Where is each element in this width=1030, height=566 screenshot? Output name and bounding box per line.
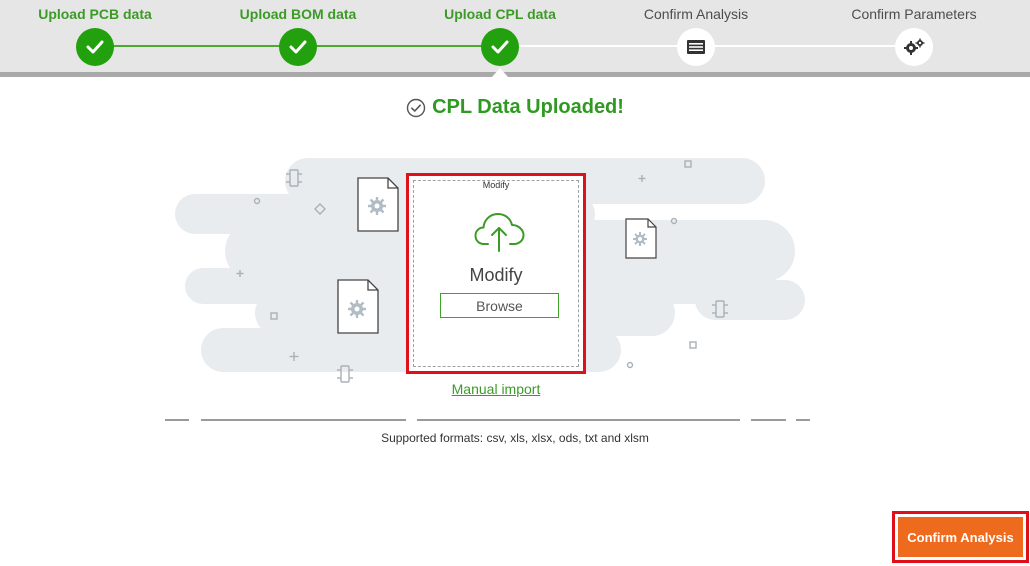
document-gear-icon xyxy=(625,218,657,259)
upload-status: CPL Data Uploaded! xyxy=(0,96,1030,123)
step-label-upload-cpl[interactable]: Upload CPL data xyxy=(420,6,580,22)
manual-import-container: Manual import xyxy=(0,381,992,397)
step-connector-3 xyxy=(500,45,696,47)
document-gear-icon xyxy=(337,279,379,334)
cloud-upload-icon xyxy=(474,213,525,252)
divider-segment xyxy=(165,419,189,421)
dropzone-label: Modify xyxy=(469,265,523,285)
document-gear-icon xyxy=(357,177,399,232)
divider-segment xyxy=(751,419,786,421)
confirm-analysis-highlight: Confirm Analysis xyxy=(892,511,1029,563)
check-icon xyxy=(289,40,307,54)
step-label-confirm-analysis: Confirm Analysis xyxy=(643,6,749,22)
step-confirm-parameters xyxy=(895,28,933,66)
progress-stepper: Upload PCB data Upload BOM data Upload C… xyxy=(0,0,1030,72)
step-upload-bom[interactable] xyxy=(279,28,317,66)
step-upload-pcb[interactable] xyxy=(76,28,114,66)
divider-segment xyxy=(417,419,740,421)
step-label-confirm-parameters: Confirm Parameters xyxy=(851,6,977,22)
upload-status-title: CPL Data Uploaded! xyxy=(432,96,624,118)
check-circle-icon xyxy=(406,98,426,117)
stepper-divider xyxy=(0,72,1030,77)
confirm-analysis-button[interactable]: Confirm Analysis xyxy=(898,517,1023,557)
gears-icon xyxy=(904,38,925,55)
step-upload-cpl[interactable] xyxy=(481,28,519,66)
divider-segment xyxy=(201,419,406,421)
dropzone-caption: Modify xyxy=(482,180,510,190)
divider-segment xyxy=(796,419,810,421)
supported-formats-text: Supported formats: csv, xls, xlsx, ods, … xyxy=(381,431,649,445)
step-confirm-analysis xyxy=(677,28,715,66)
file-dropzone[interactable]: Modify Modify Browse xyxy=(406,173,586,374)
active-step-pointer xyxy=(492,68,508,77)
check-icon xyxy=(491,40,509,54)
dropzone-border: Modify Modify Browse xyxy=(413,180,579,367)
step-connector-2 xyxy=(298,45,500,47)
step-label-upload-pcb[interactable]: Upload PCB data xyxy=(15,6,175,22)
manual-import-link[interactable]: Manual import xyxy=(452,381,541,397)
check-icon xyxy=(86,40,104,54)
step-connector-1 xyxy=(95,45,298,47)
step-label-upload-bom[interactable]: Upload BOM data xyxy=(218,6,378,22)
list-window-icon xyxy=(687,40,705,54)
step-connector-4 xyxy=(696,45,914,47)
browse-button[interactable]: Browse xyxy=(440,293,559,318)
